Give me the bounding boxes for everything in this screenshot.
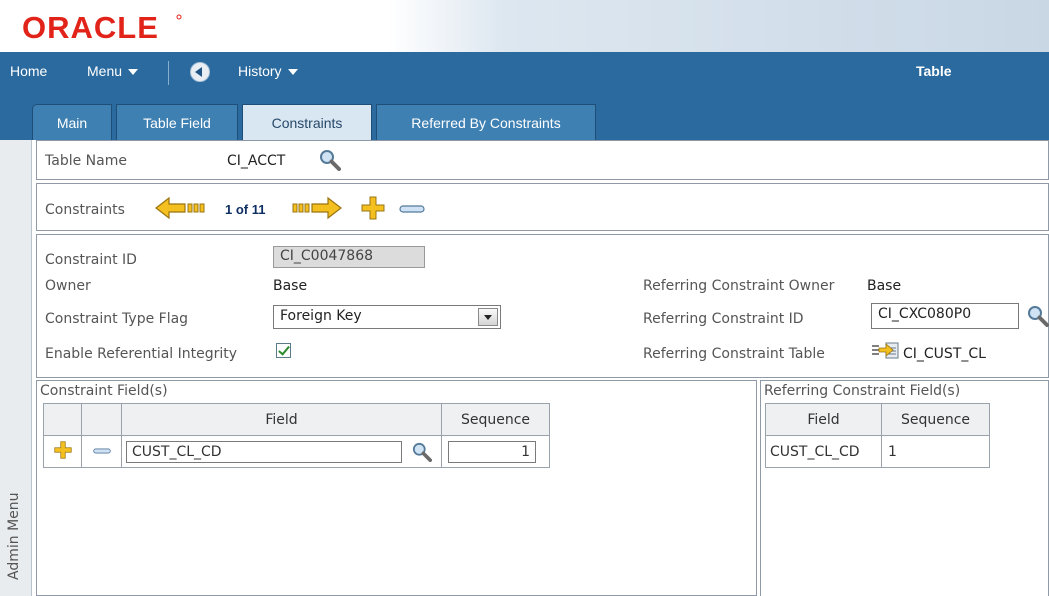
chevron-down-icon[interactable]	[478, 308, 498, 326]
constraint-fields-panel: Constraint Field(s) Field Sequence CUST_…	[36, 380, 757, 596]
constraint-type-flag-select[interactable]: Foreign Key	[273, 305, 501, 329]
referring-sequence-cell: 1	[881, 435, 990, 468]
owner-label: Owner	[45, 278, 91, 294]
tab-main[interactable]: Main	[32, 104, 112, 140]
referring-constraint-table-link[interactable]: CI_CUST_CL	[903, 346, 986, 362]
constraint-fields-grid: Field Sequence CUST_CL_CD 1	[43, 403, 550, 468]
add-constraint-plus-icon[interactable]	[361, 196, 385, 220]
add-row-plus-icon[interactable]	[53, 440, 72, 459]
grid-header-blank	[43, 403, 82, 436]
tab-table-field[interactable]: Table Field	[116, 104, 238, 140]
record-counter: 1 of 11	[225, 202, 266, 217]
referring-fields-grid: Field Sequence CUST_CL_CD 1	[765, 403, 990, 468]
constraint-type-flag-label: Constraint Type Flag	[45, 311, 189, 327]
grid-header-sequence: Sequence	[441, 403, 550, 436]
grid-header-row: Field Sequence	[43, 403, 550, 436]
table-row: CUST_CL_CD 1	[765, 435, 990, 468]
previous-arrow-icon[interactable]	[155, 196, 207, 220]
nav-history-label: History	[238, 63, 282, 79]
chevron-down-icon	[128, 69, 139, 76]
oracle-logo: ORACLE	[22, 10, 184, 45]
search-icon[interactable]	[319, 149, 341, 171]
nav-home-link[interactable]: Home	[10, 63, 47, 79]
field-cell: CUST_CL_CD	[121, 435, 442, 468]
owner-value: Base	[273, 278, 308, 294]
referring-constraint-table-label: Referring Constraint Table	[643, 346, 825, 362]
grid-header-sequence: Sequence	[881, 403, 990, 436]
referring-constraint-owner-label: Referring Constraint Owner	[643, 278, 835, 294]
constraint-id-label: Constraint ID	[45, 252, 137, 268]
grid-header-field: Field	[121, 403, 442, 436]
field-input[interactable]: CUST_CL_CD	[126, 440, 402, 463]
sequence-cell: 1	[441, 435, 550, 468]
remove-constraint-minus-icon[interactable]	[399, 202, 425, 216]
referring-constraint-fields-panel: Referring Constraint Field(s) Field Sequ…	[760, 380, 1049, 596]
referring-constraint-fields-title: Referring Constraint Field(s)	[764, 383, 961, 399]
tab-strip: Main Table Field Constraints Referred By…	[0, 92, 1049, 140]
search-icon[interactable]	[412, 442, 433, 462]
tab-constraints[interactable]: Constraints	[242, 104, 372, 140]
table-name-label: Table Name	[45, 153, 127, 169]
table-row: CUST_CL_CD 1	[43, 435, 550, 468]
admin-menu-sidebar[interactable]: Admin Menu	[0, 140, 32, 596]
enable-referential-integrity-label: Enable Referential Integrity	[45, 346, 238, 362]
referring-constraint-owner-value: Base	[867, 278, 902, 294]
constraint-fields-title: Constraint Field(s)	[40, 383, 168, 399]
tab-referred-by-constraints[interactable]: Referred By Constraints	[376, 104, 596, 140]
grid-header-row: Field Sequence	[765, 403, 990, 436]
row-remove-cell	[81, 435, 122, 468]
remove-row-minus-icon[interactable]	[92, 444, 111, 454]
next-arrow-icon[interactable]	[291, 196, 343, 220]
constraint-detail-panel: Constraint ID CI_C0047868 Owner Base Con…	[36, 234, 1049, 378]
constraints-nav-panel: Constraints 1 of 11	[36, 183, 1049, 231]
referring-constraint-id-label: Referring Constraint ID	[643, 311, 804, 327]
sequence-input[interactable]: 1	[448, 440, 536, 463]
table-name-panel: Table Name CI_ACCT	[36, 140, 1049, 180]
nav-separator	[168, 61, 169, 85]
enable-referential-integrity-checkbox[interactable]	[276, 343, 291, 358]
header-logo-bar: ORACLE	[0, 0, 1049, 52]
table-name-value: CI_ACCT	[227, 153, 286, 169]
constraint-type-flag-value: Foreign Key	[280, 308, 362, 324]
row-add-cell	[43, 435, 82, 468]
nav-menu-label: Menu	[87, 63, 123, 79]
referring-constraint-id-field[interactable]: CI_CXC080P0	[871, 303, 1019, 329]
grid-header-field: Field	[765, 403, 882, 436]
chevron-down-icon	[287, 69, 298, 76]
page-title: Table	[916, 63, 952, 79]
referring-field-cell: CUST_CL_CD	[765, 435, 882, 468]
constraint-id-field: CI_C0047868	[273, 246, 425, 268]
search-icon[interactable]	[1027, 305, 1049, 327]
go-to-table-icon[interactable]	[871, 340, 899, 360]
svg-text:ORACLE: ORACLE	[22, 11, 159, 43]
grid-header-blank	[81, 403, 122, 436]
constraints-label: Constraints	[45, 202, 125, 218]
nav-menu-dropdown[interactable]: Menu	[87, 63, 139, 79]
nav-history-dropdown[interactable]: History	[238, 63, 298, 79]
nav-bar: Home Menu History Table	[0, 52, 1049, 92]
back-arrow-icon[interactable]	[190, 62, 210, 82]
admin-menu-label: Admin Menu	[6, 492, 22, 580]
